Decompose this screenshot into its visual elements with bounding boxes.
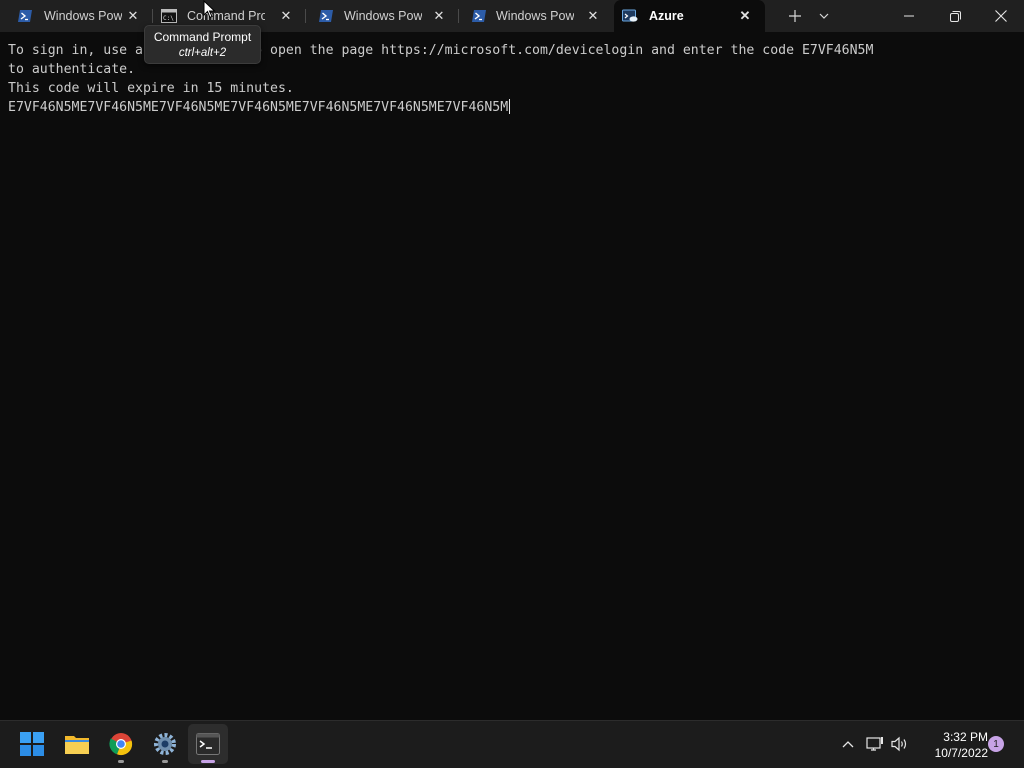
- taskbar: 3:32 PM 10/7/2022: [0, 720, 1024, 768]
- powershell-icon: [319, 10, 333, 22]
- terminal-line: This code will expire in 15 minutes.: [8, 81, 294, 96]
- tab-dropdown-button[interactable]: [809, 0, 839, 32]
- start-icon: [20, 732, 44, 756]
- taskbar-file-explorer[interactable]: [57, 724, 97, 764]
- powershell-icon: [472, 10, 486, 22]
- active-indicator: [201, 760, 215, 763]
- tab-windows-powershell-1[interactable]: Windows Powe ✕: [0, 0, 153, 32]
- settings-icon: [154, 733, 176, 755]
- tab-tooltip: Command Prompt ctrl+alt+2: [144, 25, 261, 64]
- taskbar-chrome[interactable]: [101, 724, 141, 764]
- terminal-input-line[interactable]: E7VF46N5ME7VF46N5ME7VF46N5ME7VF46N5ME7VF…: [8, 98, 511, 117]
- clock-time: 3:32 PM: [943, 730, 988, 744]
- start-button[interactable]: [12, 724, 52, 764]
- plus-icon: [789, 10, 801, 22]
- close-icon[interactable]: ✕: [737, 8, 753, 24]
- close-window-button[interactable]: [978, 0, 1024, 32]
- minimize-icon: [904, 15, 914, 17]
- chrome-icon: [109, 733, 133, 756]
- azure-cloud-shell-icon: [622, 9, 638, 22]
- file-explorer-icon: [65, 736, 89, 754]
- tab-title: Command Pro: [187, 9, 265, 23]
- chevron-down-icon: [819, 13, 829, 19]
- terminal-line: to authenticate.: [8, 62, 136, 77]
- volume-button[interactable]: [890, 733, 910, 755]
- chevron-up-icon: [842, 741, 854, 748]
- powershell-icon: [18, 10, 32, 22]
- tab-azure[interactable]: Azure ✕: [614, 0, 765, 32]
- tooltip-shortcut: ctrl+alt+2: [178, 47, 227, 59]
- tab-windows-powershell-2[interactable]: Windows Powe ✕: [306, 0, 459, 32]
- minimize-button[interactable]: [886, 0, 932, 32]
- terminal-pane[interactable]: To sign in, use a web browser to open th…: [0, 32, 1024, 720]
- text-cursor: [509, 99, 511, 114]
- running-indicator: [162, 760, 168, 763]
- running-indicator: [118, 760, 124, 763]
- taskbar-terminal[interactable]: [188, 724, 228, 764]
- tab-title: Windows Powe: [344, 9, 422, 23]
- svg-text:C:\: C:\: [163, 15, 174, 22]
- taskbar-settings[interactable]: [145, 724, 185, 764]
- restore-icon: [949, 10, 961, 22]
- close-icon[interactable]: ✕: [125, 8, 141, 24]
- tooltip-title: Command Prompt: [153, 30, 252, 44]
- tab-windows-powershell-3[interactable]: Windows Powe ✕: [459, 0, 613, 32]
- close-icon[interactable]: ✕: [585, 8, 601, 24]
- close-icon[interactable]: ✕: [278, 8, 294, 24]
- close-icon[interactable]: ✕: [431, 8, 447, 24]
- terminal-icon: [196, 733, 220, 755]
- clock-date: 10/7/2022: [934, 746, 988, 760]
- tab-title: Azure: [649, 9, 684, 23]
- terminal-line: To sign in, use a web browser to open th…: [8, 43, 874, 58]
- tab-title: Windows Powe: [496, 9, 574, 23]
- notification-badge[interactable]: 1: [988, 736, 1004, 752]
- mouse-pointer-icon: [203, 0, 216, 19]
- close-icon: [995, 10, 1007, 22]
- volume-icon: [891, 736, 907, 752]
- clock[interactable]: 3:32 PM 10/7/2022: [916, 729, 988, 761]
- new-tab-button[interactable]: [780, 0, 810, 32]
- show-hidden-icons-button[interactable]: [838, 733, 858, 755]
- tab-title: Windows Powe: [44, 9, 122, 23]
- restore-button[interactable]: [932, 0, 978, 32]
- terminal-input-text: E7VF46N5ME7VF46N5ME7VF46N5ME7VF46N5ME7VF…: [8, 100, 509, 115]
- network-button[interactable]: [865, 733, 885, 755]
- network-icon: [866, 737, 883, 751]
- command-prompt-icon: C:\: [161, 9, 177, 23]
